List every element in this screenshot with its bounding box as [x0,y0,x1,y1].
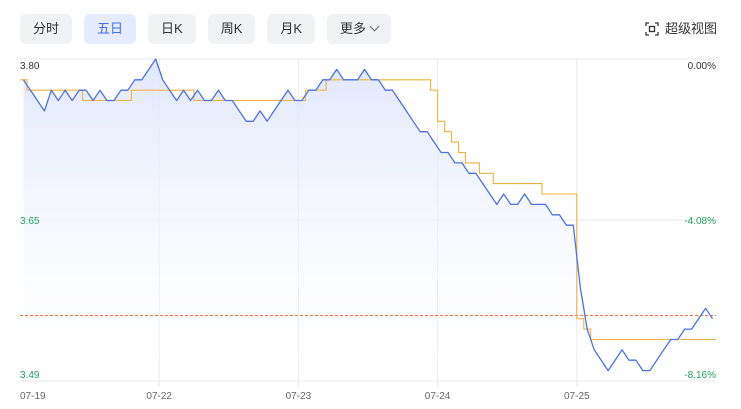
y-tick-label-right: -8.16% [684,370,716,381]
x-tick-label: 07-25 [564,391,590,402]
y-tick-label-left: 3.49 [20,370,40,381]
y-tick-label-right: 0.00% [688,61,716,72]
y-tick-label-right: -4.08% [684,216,716,227]
y-tick-label-left: 3.65 [20,216,40,227]
x-tick-label: 07-19 [20,391,46,402]
five-day-price-chart: 3.80 3.65 3.49 0.00% -4.08% -8.16% 07-19 07-22 0… [20,58,716,402]
x-tick-label: 07-23 [286,391,312,402]
x-tick-label: 07-24 [425,391,451,402]
x-tick-label: 07-22 [146,391,172,402]
y-tick-label-left: 3.80 [20,61,40,72]
